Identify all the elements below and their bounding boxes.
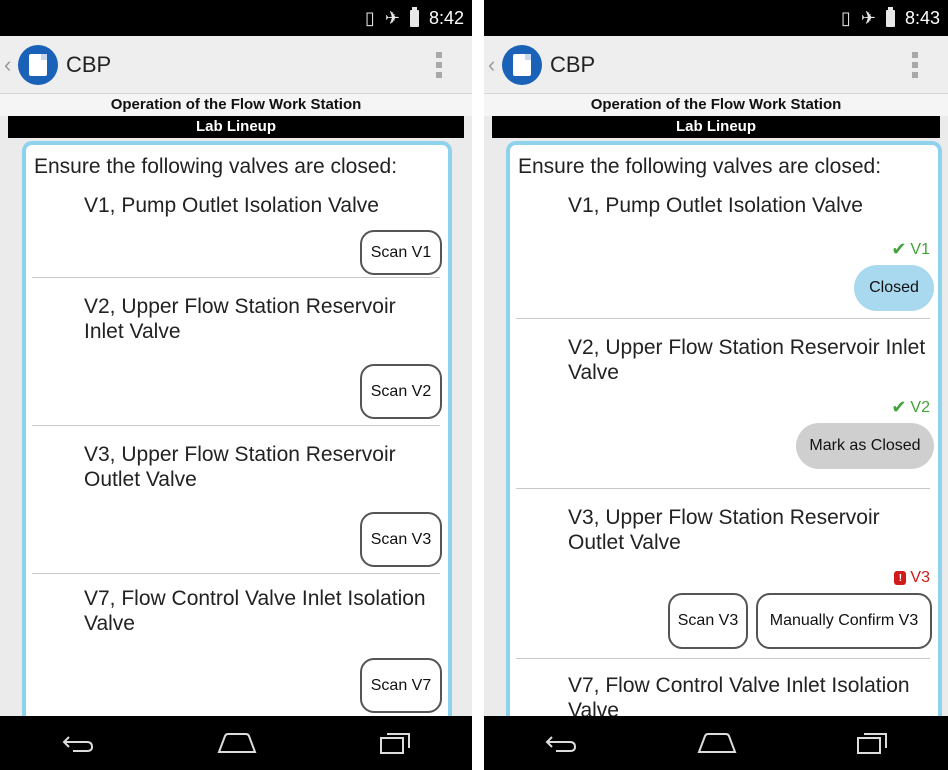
step-item-v2: V2, Upper Flow Station Reservoir Inlet V… [516, 319, 934, 489]
instruction-text: Ensure the following valves are closed: [518, 155, 882, 178]
status-tag-v1: ✔ V1 [891, 239, 930, 260]
step-item-v7: V7, Flow Control Valve Inlet Isolation V… [516, 659, 930, 716]
step-item-v3: V3, Upper Flow Station Reservoir Outlet … [516, 489, 932, 659]
airplane-mode-icon: ✈ [384, 7, 400, 28]
rotation-lock-icon: ▯ [364, 7, 375, 28]
scan-v3-button[interactable]: Scan V3 [668, 593, 748, 649]
step-text: V3, Upper Flow Station Reservoir Outlet … [84, 443, 396, 491]
scan-v3-button[interactable]: Scan V3 [360, 512, 442, 567]
battery-icon [885, 6, 895, 27]
checkmark-icon: ✔ [891, 239, 907, 259]
procedure-title: Operation of the Flow Work Station [484, 94, 948, 116]
step-item-v2: V2, Upper Flow Station Reservoir Inlet V… [32, 278, 442, 426]
checkmark-icon: ✔ [891, 397, 907, 417]
nav-home-icon[interactable] [697, 732, 737, 754]
battery-icon [409, 6, 419, 27]
tag-label: V3 [910, 569, 930, 586]
status-bar: ▯ ✈ 8:42 [0, 0, 472, 36]
rotation-lock-icon: ▯ [840, 7, 851, 28]
overflow-menu-icon[interactable] [436, 52, 442, 78]
nav-back-icon[interactable] [544, 733, 578, 753]
up-chevron-icon[interactable]: ‹ [488, 52, 500, 78]
action-bar: ‹ CBP [0, 36, 472, 94]
step-text: V2, Upper Flow Station Reservoir Inlet V… [568, 336, 926, 384]
scan-v2-button[interactable]: Scan V2 [360, 364, 442, 419]
step-text: V7, Flow Control Valve Inlet Isolation V… [84, 587, 426, 635]
status-tag-v2: ✔ V2 [891, 397, 930, 418]
app-title: CBP [550, 51, 596, 77]
step-text: V1, Pump Outlet Isolation Valve [84, 194, 379, 217]
nav-back-icon[interactable] [61, 733, 95, 753]
step-text: V1, Pump Outlet Isolation Valve [568, 194, 863, 217]
step-item-v3: V3, Upper Flow Station Reservoir Outlet … [32, 426, 442, 574]
scan-v7-button[interactable]: Scan V7 [360, 658, 442, 713]
app-logo-icon[interactable] [18, 44, 58, 85]
section-title: Lab Lineup [492, 116, 940, 138]
step-item-v1: V1, Pump Outlet Isolation Valve ✔ V1 Clo… [516, 179, 934, 319]
section-title: Lab Lineup [8, 116, 464, 138]
scan-v1-button[interactable]: Scan V1 [360, 230, 442, 275]
step-text: V3, Upper Flow Station Reservoir Outlet … [568, 506, 880, 554]
step-panel: Ensure the following valves are closed: … [506, 141, 942, 716]
step-text: V2, Upper Flow Station Reservoir Inlet V… [84, 295, 396, 343]
phone-screen-right: ▯ ✈ 8:43 ‹ CBP Operation of the Flow Wor… [484, 0, 948, 770]
status-time: 8:43 [904, 7, 940, 28]
app-title: CBP [66, 51, 112, 77]
navigation-bar [0, 716, 472, 770]
status-tag-v3: ! V3 [894, 569, 930, 587]
instruction-text: Ensure the following valves are closed: [34, 155, 398, 178]
closed-button[interactable]: Closed [854, 265, 934, 311]
nav-home-icon[interactable] [217, 732, 257, 754]
app-logo-icon[interactable] [502, 44, 542, 85]
step-text: V7, Flow Control Valve Inlet Isolation V… [568, 674, 910, 716]
airplane-mode-icon: ✈ [860, 7, 876, 28]
step-panel: Ensure the following valves are closed: … [22, 141, 452, 716]
status-time: 8:42 [428, 7, 464, 28]
mark-as-closed-button[interactable]: Mark as Closed [796, 423, 934, 469]
phone-screen-left: ▯ ✈ 8:42 ‹ CBP Operation of the Flow Wor… [0, 0, 472, 770]
tag-label: V1 [910, 240, 930, 258]
nav-recents-icon[interactable] [379, 731, 411, 755]
nav-recents-icon[interactable] [856, 731, 888, 755]
step-item-v1: V1, Pump Outlet Isolation Valve Scan V1 [32, 179, 442, 278]
action-bar: ‹ CBP [484, 36, 948, 94]
tag-label: V2 [910, 398, 930, 416]
alert-icon: ! [894, 571, 907, 585]
manually-confirm-v3-button[interactable]: Manually Confirm V3 [756, 593, 932, 649]
step-item-v7: V7, Flow Control Valve Inlet Isolation V… [32, 574, 442, 716]
status-bar: ▯ ✈ 8:43 [484, 0, 948, 36]
procedure-title: Operation of the Flow Work Station [0, 94, 472, 116]
overflow-menu-icon[interactable] [912, 52, 918, 78]
navigation-bar [484, 716, 948, 770]
up-chevron-icon[interactable]: ‹ [4, 52, 16, 78]
